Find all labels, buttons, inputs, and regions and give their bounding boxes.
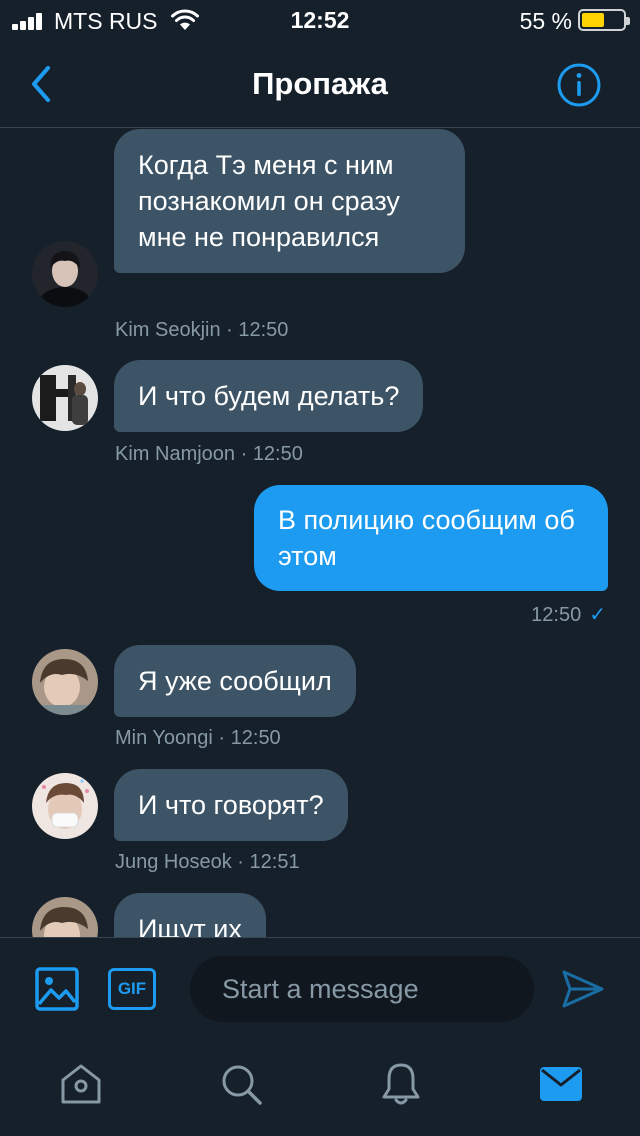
bottom-tab-bar [0,1041,640,1136]
home-icon[interactable] [58,1061,104,1107]
message-time: 12:50 [531,604,582,626]
message-bubble[interactable]: Я уже сообщил [114,645,356,717]
message-meta: Min Yoongi · 12:50 [115,727,281,749]
bell-icon[interactable] [378,1061,424,1107]
message-meta: Kim Namjoon · 12:50 [115,443,303,465]
message-meta-outgoing: 12:50 ✓ [531,602,606,627]
battery-tip [626,17,630,25]
avatar[interactable] [32,365,98,431]
search-icon[interactable] [218,1061,264,1107]
avatar[interactable] [32,649,98,715]
status-bar: MTS RUS 12:52 55 % [0,0,640,40]
info-icon[interactable] [556,62,602,108]
send-icon[interactable] [560,966,606,1012]
message-bubble[interactable]: Когда Тэ меня с ним познакомил он сразу … [114,129,465,273]
message-meta: Kim Seokjin · 12:50 [115,319,289,341]
message-thread[interactable]: Когда Тэ меня с ним познакомил он сразу … [0,129,640,937]
message-bubble[interactable]: И что говорят? [114,769,348,841]
message-bubble[interactable]: И что будем делать? [114,360,424,432]
avatar[interactable] [32,773,98,839]
conversation-title: Пропажа [252,66,388,101]
message-meta: Jung Hoseok · 12:51 [115,851,300,873]
conversation-header: Пропажа [0,40,640,128]
avatar[interactable] [32,241,98,307]
battery-icon [578,9,630,31]
image-icon[interactable] [34,966,80,1012]
battery-percentage: 55 % [519,8,572,34]
avatar[interactable] [32,897,98,937]
envelope-icon[interactable] [538,1061,584,1107]
message-bubble-outgoing[interactable]: В полицию сообщим об этом [254,485,608,591]
message-input[interactable] [190,956,534,1022]
checkmark-icon: ✓ [589,604,606,626]
dm-conversation-screen: MTS RUS 12:52 55 % Пропажа Когда Тэ меня… [0,0,640,1136]
message-bubble[interactable]: Ищут их [114,893,266,937]
message-composer: GIF [0,937,640,1041]
gif-button[interactable]: GIF [108,968,156,1010]
battery-level-fill [582,13,604,27]
